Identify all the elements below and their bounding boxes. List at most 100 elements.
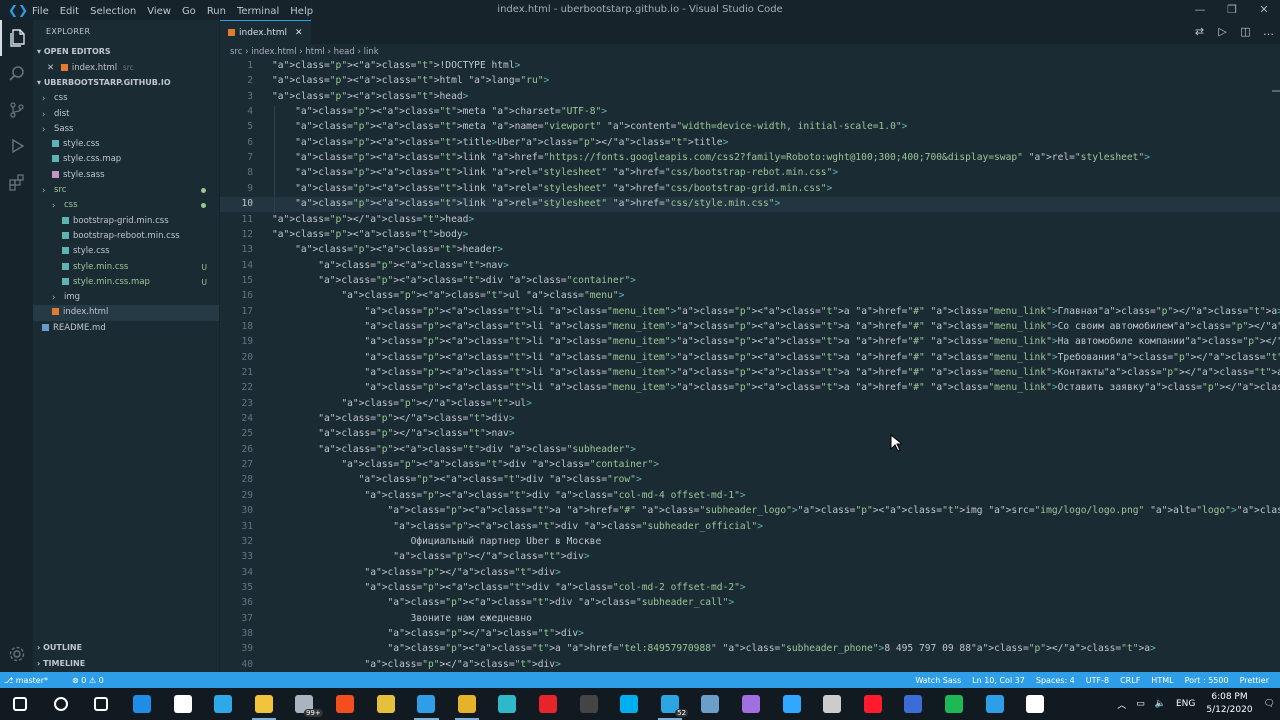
vscode-icon[interactable] bbox=[406, 688, 447, 720]
code-line[interactable]: "a">class="p"><"a">class="t">li "a">clas… bbox=[272, 321, 1280, 332]
code-line[interactable]: "a">class="p"></"a">class="t">head> bbox=[272, 214, 474, 225]
status-item[interactable]: Port : 5500 bbox=[1185, 676, 1229, 685]
code-line[interactable]: "a">class="p"><"a">class="t">div "a">cla… bbox=[272, 582, 745, 593]
code-line[interactable]: "a">class="p"><"a">class="t">div "a">cla… bbox=[272, 474, 642, 485]
code-line[interactable]: "a">class="p"><"a">class="t">div "a">cla… bbox=[272, 521, 763, 532]
notes-icon[interactable] bbox=[893, 688, 934, 720]
terminal-icon[interactable] bbox=[568, 688, 609, 720]
code-line[interactable]: "a">class="p"></"a">class="t">ul> bbox=[272, 398, 532, 409]
breadcrumb-item[interactable]: src bbox=[230, 47, 242, 57]
code-line[interactable]: "a">class="p"><"a">class="t">body> bbox=[272, 229, 468, 240]
run-debug-icon[interactable] bbox=[0, 128, 33, 164]
code-line[interactable]: "a">class="p"><"a">class="t">meta "a">ch… bbox=[272, 106, 607, 117]
code-line[interactable]: "a">class="p"><"a">class="t">ul "a">clas… bbox=[272, 290, 624, 301]
tree-item[interactable]: style.sass bbox=[33, 168, 219, 183]
help-icon[interactable] bbox=[974, 688, 1015, 720]
branch-indicator[interactable]: ⎇ master* bbox=[4, 676, 60, 685]
code-line[interactable]: "a">class="p"><"a">class="t">li "a">clas… bbox=[272, 306, 1280, 317]
restore-icon[interactable]: ❐ bbox=[1216, 0, 1248, 20]
figma-icon[interactable] bbox=[325, 688, 366, 720]
code-line[interactable]: "a">class="p"><"a">class="t">nav> bbox=[272, 260, 509, 271]
menu-selection[interactable]: Selection bbox=[90, 6, 136, 17]
code-line[interactable]: "a">class="p"></"a">class="t">div> bbox=[272, 567, 560, 578]
tree-item[interactable]: README.md bbox=[33, 321, 219, 336]
obs-icon[interactable] bbox=[812, 688, 853, 720]
code-line[interactable]: "a">class="p"><"a">class="t">li "a">clas… bbox=[272, 352, 1280, 363]
code-line[interactable]: "a">class="p"><"a">class="t">link "a">re… bbox=[272, 198, 780, 209]
tree-item[interactable]: style.css bbox=[33, 244, 219, 259]
code-line[interactable]: "a">class="p"><"a">class="t">div "a">cla… bbox=[272, 275, 636, 286]
gear-icon[interactable] bbox=[0, 636, 33, 672]
code-line[interactable]: "a">class="p"><"a">class="t">header> bbox=[272, 244, 503, 255]
code-line[interactable]: "a">class="p"></"a">class="t">div> bbox=[272, 659, 560, 670]
acrobat-icon[interactable] bbox=[528, 688, 569, 720]
search-icon[interactable] bbox=[41, 688, 82, 720]
menu-run[interactable]: Run bbox=[207, 6, 226, 17]
spotify-icon[interactable] bbox=[934, 688, 975, 720]
minimize-icon[interactable]: — bbox=[1184, 0, 1216, 20]
compare-icon[interactable]: ⇄ bbox=[1188, 20, 1211, 44]
code-line[interactable]: "a">class="p"><"a">class="t">title>Uber"… bbox=[272, 137, 728, 148]
tree-item[interactable]: style.css.map bbox=[33, 152, 219, 167]
code-line[interactable]: "a">class="p"><"a">class="t">div "a">cla… bbox=[272, 597, 735, 608]
code-line[interactable]: "a">class="p"><"a">class="t">!DOCTYPE ht… bbox=[272, 60, 520, 71]
opera-icon[interactable] bbox=[852, 688, 893, 720]
code-line[interactable]: "a">class="p"><"a">class="t">div "a">cla… bbox=[272, 444, 636, 455]
source-control-icon[interactable] bbox=[0, 92, 33, 128]
menu-view[interactable]: View bbox=[147, 6, 171, 17]
search-icon[interactable] bbox=[0, 56, 33, 92]
status-item[interactable]: CRLF bbox=[1120, 676, 1140, 685]
code-line[interactable]: "a">class="p"><"a">class="t">li "a">clas… bbox=[272, 336, 1280, 347]
clock[interactable]: 6:08 PM 5/12/2020 bbox=[1206, 691, 1252, 717]
open-editors-section[interactable]: ▾ OPEN EDITORS bbox=[33, 44, 219, 60]
app-icon[interactable] bbox=[487, 688, 528, 720]
status-item[interactable]: UTF-8 bbox=[1086, 676, 1109, 685]
code-line[interactable]: Официальный партнер Uber в Москве bbox=[272, 536, 602, 547]
windows-start-icon[interactable] bbox=[0, 688, 41, 720]
code-line[interactable]: "a">class="p"><"a">class="t">link "a">re… bbox=[272, 183, 832, 194]
code-line[interactable]: "a">class="p"><"a">class="t">head> bbox=[272, 91, 468, 102]
menu-go[interactable]: Go bbox=[182, 6, 196, 17]
code-line[interactable]: "a">class="p"><"a">class="t">link "a">re… bbox=[272, 167, 838, 178]
status-item[interactable]: HTML bbox=[1151, 676, 1173, 685]
tree-item[interactable]: style.min.css U bbox=[33, 260, 219, 275]
tree-item[interactable]: index.html bbox=[33, 305, 219, 321]
breadcrumb-item[interactable]: index.html bbox=[251, 47, 296, 57]
tree-item[interactable]: bootstrap-reboot.min.css bbox=[33, 229, 219, 244]
tree-item[interactable]: › css bbox=[33, 198, 219, 213]
close-icon[interactable]: ✕ bbox=[1248, 0, 1280, 20]
tree-item[interactable]: › img bbox=[33, 290, 219, 305]
chevron-up-icon[interactable]: ︿ bbox=[1117, 698, 1126, 711]
code-line[interactable]: "a">class="p"></"a">class="t">div> bbox=[272, 551, 589, 562]
code-editor[interactable]: 1 "a">class="p"><"a">class="t">!DOCTYPE h… bbox=[220, 60, 1280, 672]
code-line[interactable]: "a">class="p"></"a">class="t">div> bbox=[272, 628, 584, 639]
code-line[interactable]: "a">class="p"></"a">class="t">div> bbox=[272, 413, 514, 424]
powerapp-icon[interactable] bbox=[203, 688, 244, 720]
telegram-icon[interactable]: 52 bbox=[650, 688, 691, 720]
code-line[interactable]: Звоните нам ежедневно bbox=[272, 613, 532, 624]
close-icon[interactable]: ✕ bbox=[295, 28, 303, 38]
task-view-icon[interactable] bbox=[81, 688, 122, 720]
tree-item[interactable]: style.css bbox=[33, 137, 219, 152]
status-item[interactable]: Spaces: 4 bbox=[1036, 676, 1075, 685]
chrome-icon[interactable] bbox=[447, 688, 488, 720]
problems-indicator[interactable]: ⊗ 0 ⚠ 0 bbox=[72, 676, 104, 685]
code-line[interactable]: "a">class="p"><"a">class="t">li "a">clas… bbox=[272, 367, 1280, 378]
workspace-section[interactable]: ▾ UBERBOOTSTARP.GITHUB.IO bbox=[33, 75, 219, 91]
network-icon[interactable]: ▭ bbox=[1136, 699, 1145, 709]
tree-item[interactable]: › css bbox=[33, 91, 219, 106]
breadcrumb-item[interactable]: link bbox=[364, 47, 379, 57]
outline-section[interactable]: › OUTLINE bbox=[33, 640, 220, 656]
photoshop-icon[interactable] bbox=[771, 688, 812, 720]
code-line[interactable]: "a">class="p"><"a">class="t">link "a">hr… bbox=[272, 152, 1150, 163]
more-icon[interactable]: … bbox=[1257, 20, 1280, 44]
run-icon[interactable]: ▷ bbox=[1211, 20, 1234, 44]
menu-help[interactable]: Help bbox=[290, 6, 313, 17]
browser-icon[interactable] bbox=[731, 688, 772, 720]
breadcrumb-item[interactable]: html bbox=[305, 47, 324, 57]
git-icon[interactable] bbox=[365, 688, 406, 720]
edge-icon[interactable] bbox=[122, 688, 163, 720]
timeline-section[interactable]: › TIMELINE bbox=[33, 656, 220, 672]
menu-file[interactable]: File bbox=[32, 6, 49, 17]
status-item[interactable]: Watch Sass bbox=[915, 676, 961, 685]
